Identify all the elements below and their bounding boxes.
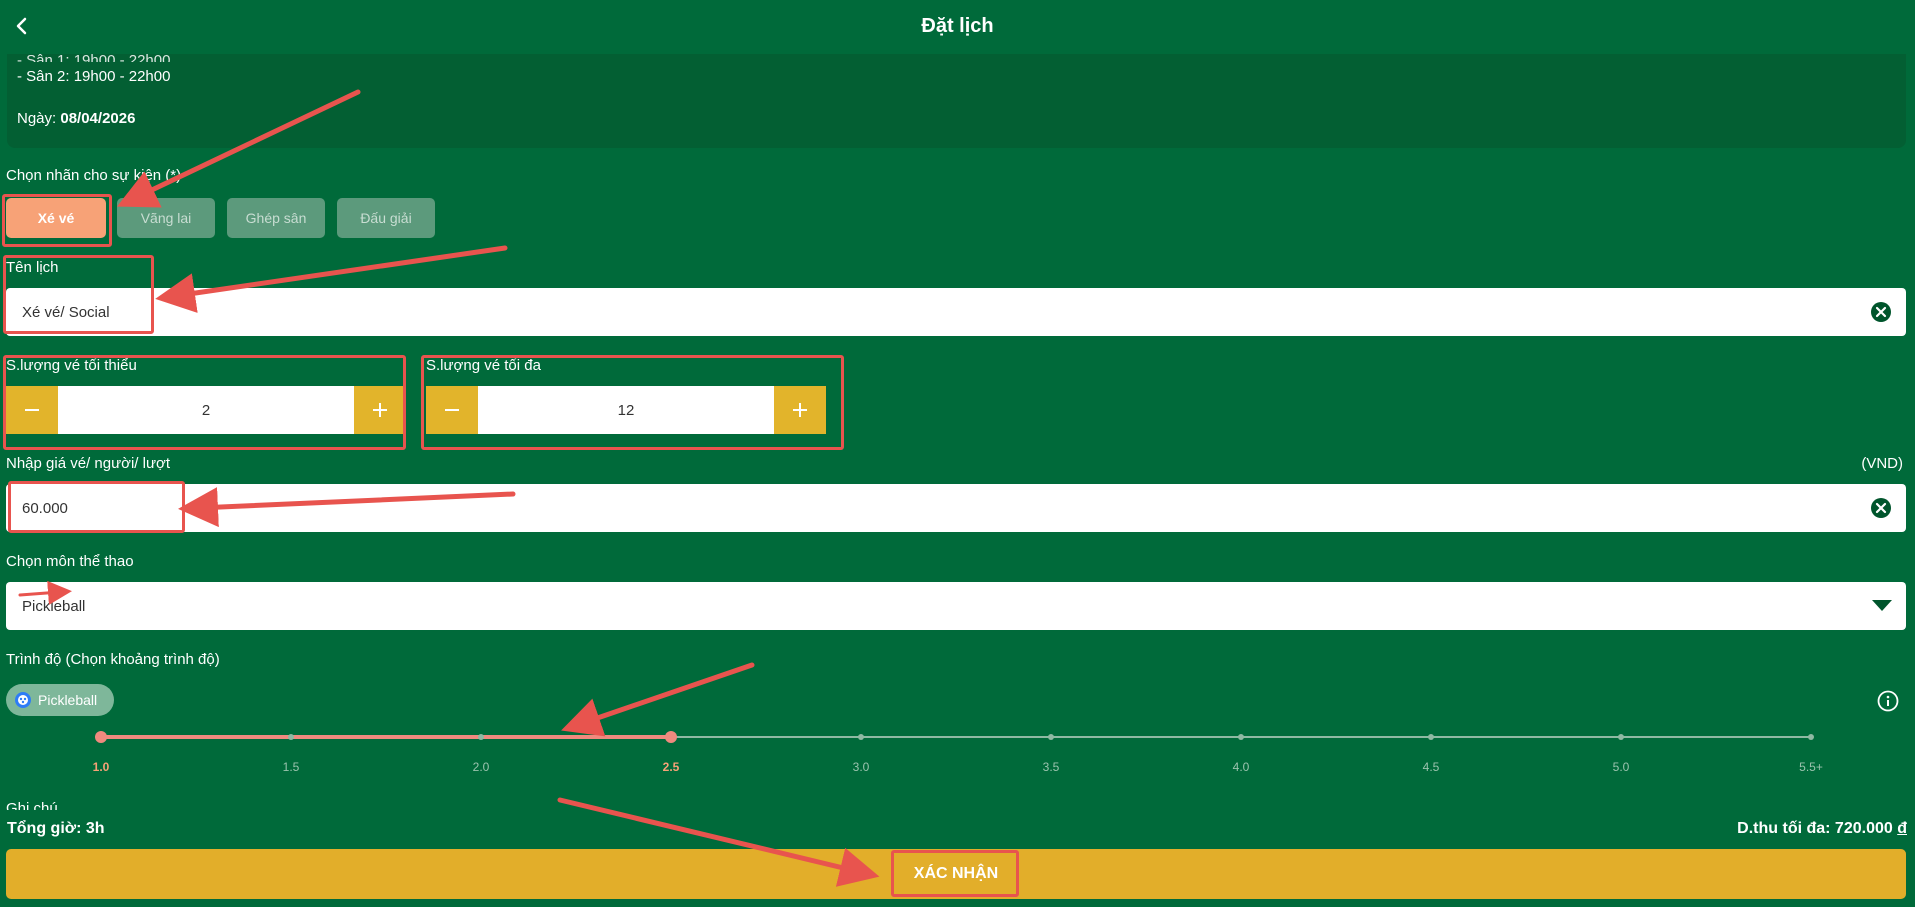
slider-tick-label: 5.0 [1612, 760, 1630, 774]
slider-tick-label: 1.5 [282, 760, 300, 774]
total-hours: Tổng giờ: 3h [7, 820, 105, 837]
level-range-slider[interactable]: 1.0 1.5 2.0 2.5 3.0 3.5 4.0 4.5 5.0 5.5+ [0, 720, 1915, 780]
slider-tick [288, 734, 294, 740]
max-revenue-text: D.thu tối đa: 720.000 [1737, 820, 1893, 837]
slider-tick-label: 3.5 [1042, 760, 1060, 774]
price-unit: (VND) [1861, 455, 1903, 472]
chip-dau-giai[interactable]: Đấu giải [337, 198, 435, 238]
clear-icon[interactable] [1870, 301, 1892, 323]
annotation-box-price [8, 481, 185, 533]
slider-tick [478, 734, 484, 740]
info-icon[interactable] [1877, 690, 1899, 712]
slider-tick [1048, 734, 1054, 740]
sport-pill: Pickleball [6, 684, 114, 716]
court-line: - Sân 2: 19h00 - 22h00 [17, 68, 171, 85]
date-label: Ngày: [17, 110, 57, 127]
slider-tick [1618, 734, 1624, 740]
price-label: Nhập giá vé/ người/ lượt [6, 455, 170, 472]
max-revenue: D.thu tối đa: 720.000 đ [1737, 820, 1907, 838]
event-label-title: Chọn nhãn cho sự kiện (*) [6, 167, 182, 184]
page-title: Đặt lịch [921, 15, 994, 37]
booking-date: Ngày: 08/04/2026 [17, 110, 135, 127]
note-label: Ghi chú [6, 800, 58, 810]
pickleball-icon [15, 692, 31, 708]
slider-tick-label: 2.0 [472, 760, 490, 774]
slider-tick [858, 734, 864, 740]
level-label: Trình độ (Chọn khoảng trình độ) [6, 651, 220, 668]
slider-tick [1428, 734, 1434, 740]
chip-vang-lai[interactable]: Vãng lai [117, 198, 215, 238]
court-line-cut: - Sân 1: 19h00 - 22h00 [17, 52, 171, 62]
clear-icon[interactable] [1870, 497, 1892, 519]
slider-tick-label: 3.0 [852, 760, 870, 774]
annotation-box-chip [2, 194, 112, 247]
annotation-box-confirm [891, 850, 1019, 897]
caret-down-icon [1872, 600, 1892, 611]
currency-symbol: đ [1897, 820, 1907, 837]
slider-handle[interactable] [665, 731, 677, 743]
slider-tick [1808, 734, 1814, 740]
schedule-name-input[interactable]: Xé vé/ Social [6, 288, 1906, 336]
annotation-box-schedule-name [3, 255, 154, 334]
chip-ghep-san[interactable]: Ghép sân [227, 198, 325, 238]
slider-tick-label: 4.0 [1232, 760, 1250, 774]
annotation-box-min-tickets [3, 355, 406, 450]
sport-pill-label: Pickleball [38, 692, 98, 708]
sport-label: Chọn môn thể thao [6, 553, 134, 570]
slider-tick-label: 1.0 [92, 760, 110, 774]
sport-value: Pickleball [22, 597, 86, 615]
date-value: 08/04/2026 [60, 110, 136, 127]
sport-select[interactable]: Pickleball [6, 582, 1906, 630]
slider-tick [1238, 734, 1244, 740]
slider-handle[interactable] [95, 731, 107, 743]
top-bar: Đặt lịch [0, 0, 1915, 54]
annotation-box-max-tickets [421, 355, 844, 450]
price-input[interactable]: 60.000 [6, 484, 1906, 532]
booking-info-card: - Sân 1: 19h00 - 22h00 - Sân 2: 19h00 - … [7, 52, 1906, 148]
slider-tick-label: 4.5 [1422, 760, 1440, 774]
slider-tick-label: 5.5+ [1799, 760, 1823, 774]
slider-tick-label: 2.5 [662, 760, 680, 774]
